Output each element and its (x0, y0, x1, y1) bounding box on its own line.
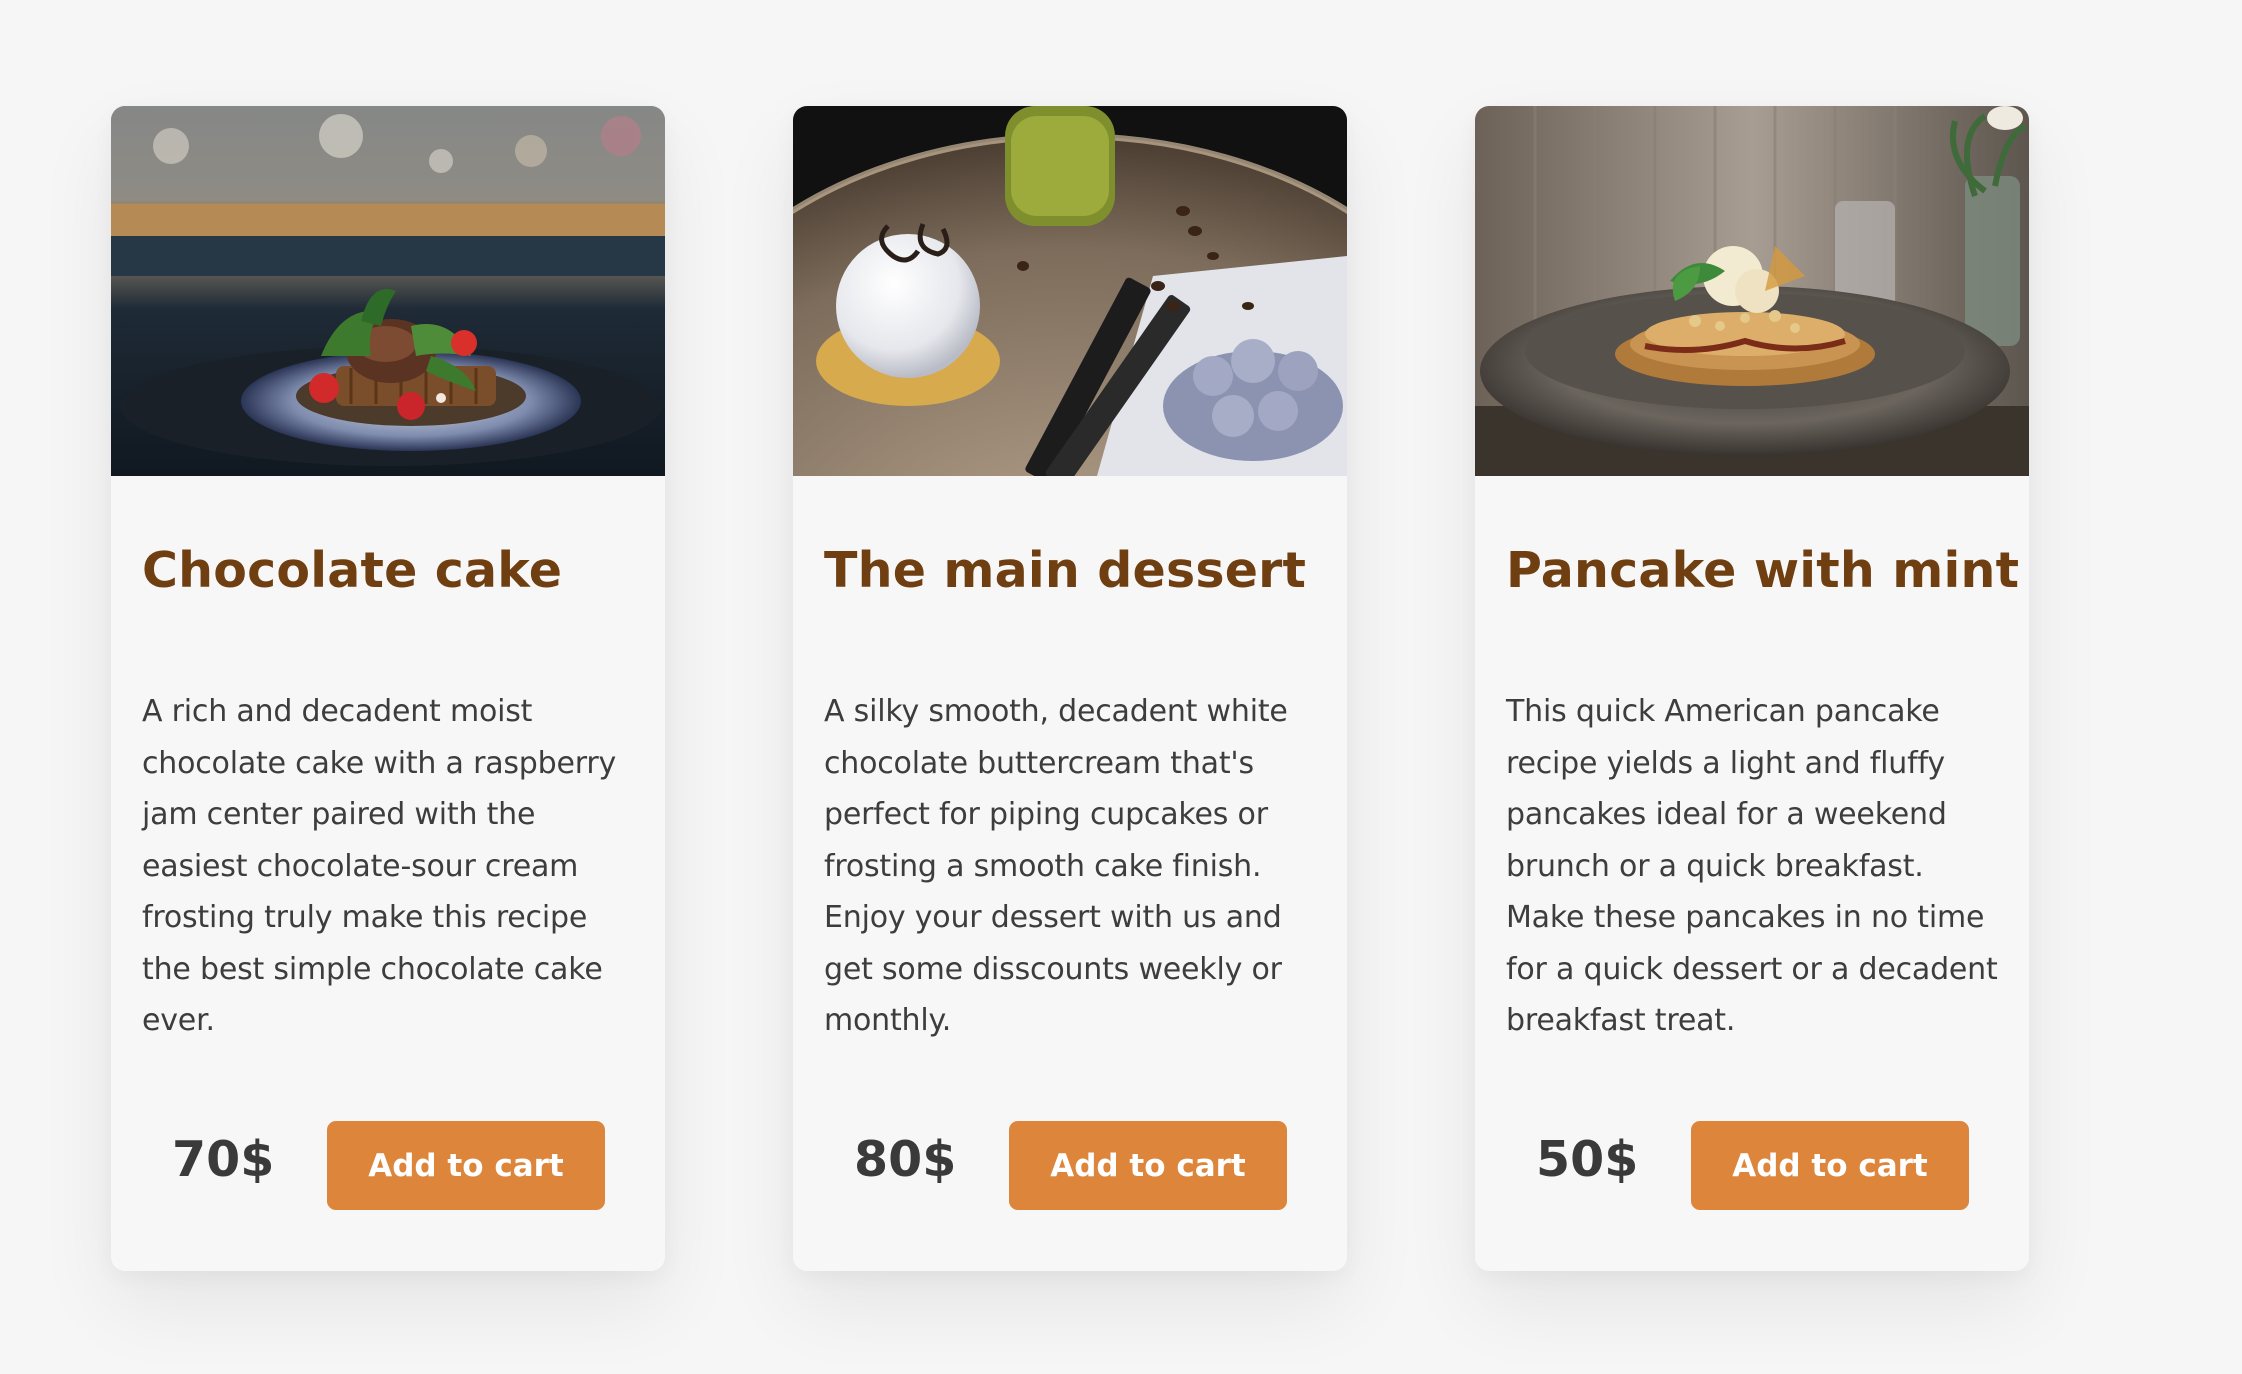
product-title: Chocolate cake (142, 542, 563, 599)
add-to-cart-button[interactable]: Add to cart (327, 1121, 605, 1210)
product-card-list: Chocolate cake A rich and decadent moist… (111, 106, 2029, 1271)
product-image (1475, 106, 2029, 476)
product-price: 50$ (1536, 1131, 1639, 1188)
product-image (793, 106, 1347, 476)
product-price: 70$ (172, 1131, 275, 1188)
product-title: The main dessert (824, 542, 1307, 599)
white-dessert-and-matcha-image (793, 106, 1347, 476)
add-to-cart-button[interactable]: Add to cart (1691, 1121, 1969, 1210)
product-description: A rich and decadent moist chocolate cake… (142, 694, 617, 1038)
product-image (111, 106, 665, 476)
product-description: A silky smooth, decadent white chocolate… (824, 694, 1288, 1038)
product-description: This quick American pancake recipe yield… (1506, 694, 1998, 1038)
product-title: Pancake with mint (1506, 542, 2020, 599)
add-to-cart-button[interactable]: Add to cart (1009, 1121, 1287, 1210)
pancakes-with-mint-image (1475, 106, 2029, 476)
product-price: 80$ (854, 1131, 957, 1188)
product-card-chocolate-cake: Chocolate cake A rich and decadent moist… (111, 106, 665, 1271)
product-card-main-dessert: The main dessert A silky smooth, decaden… (793, 106, 1347, 1271)
waffle-with-berries-image (111, 106, 665, 476)
product-card-pancake-with-mint: Pancake with mint This quick American pa… (1475, 106, 2029, 1271)
